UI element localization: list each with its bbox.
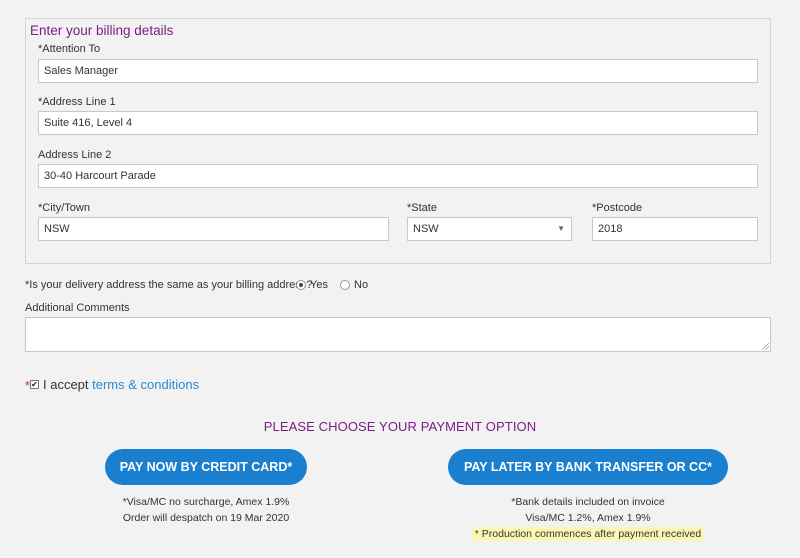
attention-input[interactable] xyxy=(38,59,758,83)
postcode-input[interactable] xyxy=(592,217,758,241)
terms-link[interactable]: terms & conditions xyxy=(92,377,199,392)
comments-textarea[interactable] xyxy=(25,317,771,352)
address2-input[interactable] xyxy=(38,164,758,188)
accept-label: I accept xyxy=(43,377,93,392)
city-label: *City/Town xyxy=(38,202,90,214)
production-notice: * Production commences after payment rec… xyxy=(471,527,705,541)
pay-later-bank-transfer-button[interactable]: PAY LATER BY BANK TRANSFER OR CC* xyxy=(448,449,728,485)
pay-now-credit-card-button[interactable]: PAY NOW BY CREDIT CARD* xyxy=(105,449,307,485)
terms-accept-text: I accept terms & conditions xyxy=(43,377,199,392)
billing-section-title: Enter your billing details xyxy=(30,23,174,38)
credit-card-note-2: Order will despatch on 19 Mar 2020 xyxy=(122,512,290,524)
state-select-value: NSW xyxy=(413,223,439,235)
delivery-yes-radio[interactable] xyxy=(296,280,306,290)
bank-transfer-note-2: Visa/MC 1.2%, Amex 1.9% xyxy=(525,512,651,524)
bank-transfer-note-1: *Bank details included on invoice xyxy=(511,496,665,508)
resize-grip-icon[interactable] xyxy=(762,343,769,350)
delivery-question: *Is your delivery address the same as yo… xyxy=(25,279,313,291)
address1-label: *Address Line 1 xyxy=(38,96,116,108)
address1-input[interactable] xyxy=(38,111,758,135)
address2-label: Address Line 2 xyxy=(38,149,112,161)
delivery-no-radio[interactable] xyxy=(340,280,350,290)
postcode-label: *Postcode xyxy=(592,202,643,214)
state-select[interactable]: NSW ▼ xyxy=(407,217,572,241)
city-input[interactable] xyxy=(38,217,389,241)
billing-details-panel: Enter your billing details *Attention To… xyxy=(25,18,771,264)
checkmark-icon: ✔ xyxy=(31,380,38,389)
delivery-no-label[interactable]: No xyxy=(354,279,368,291)
terms-checkbox[interactable]: ✔ xyxy=(30,380,39,389)
bank-transfer-note-3: * Production commences after payment rec… xyxy=(448,527,728,541)
delivery-yes-label[interactable]: Yes xyxy=(310,279,328,291)
credit-card-note-1: *Visa/MC no surcharge, Amex 1.9% xyxy=(122,496,290,508)
state-label: *State xyxy=(407,202,437,214)
chevron-down-icon: ▼ xyxy=(557,224,565,233)
attention-label: *Attention To xyxy=(38,43,101,55)
comments-label: Additional Comments xyxy=(25,302,130,314)
payment-heading: PLEASE CHOOSE YOUR PAYMENT OPTION xyxy=(263,419,537,434)
